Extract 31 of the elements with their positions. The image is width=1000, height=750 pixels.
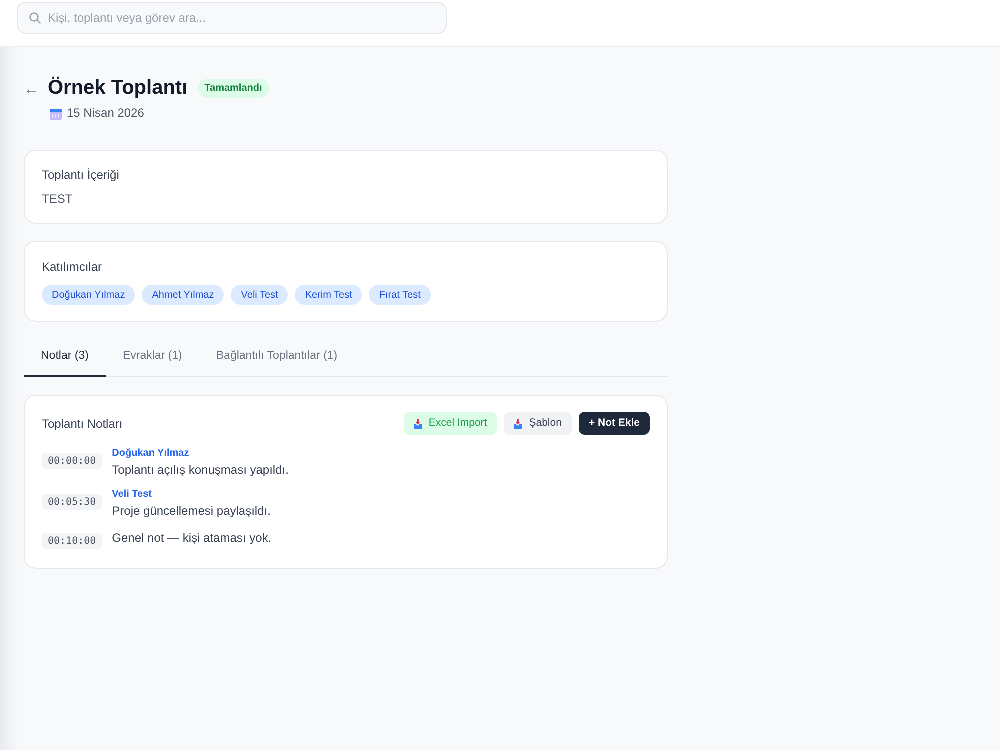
timestamp: 00:05:30	[42, 494, 102, 510]
participant-chip: Fırat Test	[369, 285, 431, 305]
participant-chip: Doğukan Yılmaz	[42, 285, 136, 305]
content-text: TEST	[42, 191, 74, 207]
note-author: Veli Test	[112, 488, 154, 502]
tab[interactable]: Bağlantılı Toplantılar (1)	[199, 339, 355, 377]
search-field[interactable]: Kişi, toplantı veya görev ara...	[17, 2, 447, 34]
note-text: Proje güncellemesi paylaşıldı.	[112, 503, 271, 520]
participant-chip: Kerim Test	[295, 285, 362, 305]
note-text: Genel not — kişi ataması yok.	[112, 530, 272, 547]
meeting-date: 15 Nisan 2026	[67, 106, 144, 121]
inbox-tray-icon	[414, 418, 422, 428]
participant-chip: Ahmet Yılmaz	[142, 285, 224, 305]
calendar-icon	[50, 108, 62, 120]
note-author: Doğukan Yılmaz	[112, 447, 190, 461]
tab[interactable]: Evraklar (1)	[106, 339, 200, 377]
card-title: Katılımcılar	[42, 259, 104, 275]
card-title: Toplantı İçeriği	[42, 167, 120, 183]
add-note-button[interactable]: + Not Ekle	[578, 412, 650, 435]
card-title: Toplantı Notları	[42, 416, 123, 432]
page-title: Örnek Toplantı	[48, 76, 188, 100]
status-badge: Tamamlandı	[198, 78, 270, 98]
note-text: Toplantı açılış konuşması yapıldı.	[112, 462, 289, 479]
tab[interactable]: Notlar (3)	[24, 339, 106, 377]
inbox-tray-icon	[514, 418, 522, 428]
import-button[interactable]: Excel Import	[404, 412, 498, 435]
back-button[interactable]: ←	[24, 81, 39, 99]
template-button[interactable]: Şablon	[504, 412, 572, 435]
participant-chip: Veli Test	[231, 285, 288, 305]
timestamp: 00:10:00	[42, 533, 102, 549]
timestamp: 00:00:00	[42, 453, 102, 469]
